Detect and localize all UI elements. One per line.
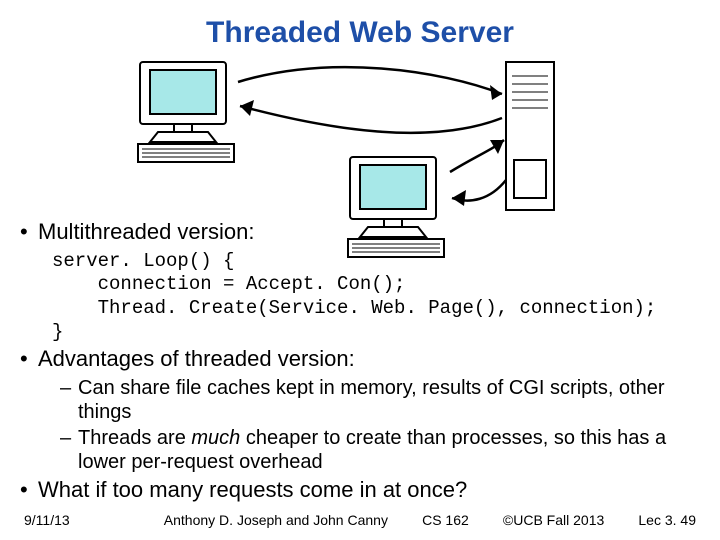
code-block: server. Loop() { connection = Accept. Co… bbox=[52, 250, 700, 345]
code-line: server. Loop() { bbox=[52, 250, 234, 272]
bullet-advantages: Advantages of threaded version: bbox=[20, 345, 700, 373]
code-line: Thread. Create(Service. Web. Page(), con… bbox=[52, 297, 656, 319]
footer-date: 9/11/13 bbox=[24, 512, 70, 528]
footer-lecture: Lec 3. 49 bbox=[638, 512, 696, 528]
slide: Threaded Web Server bbox=[0, 0, 720, 540]
footer-copyright: ©UCB Fall 2013 bbox=[503, 512, 604, 528]
code-line: } bbox=[52, 321, 63, 343]
content-body: Multithreaded version: server. Loop() { … bbox=[20, 218, 700, 508]
footer-course: CS 162 bbox=[422, 512, 469, 528]
bullet-too-many-requests: What if too many requests come in at onc… bbox=[20, 476, 700, 504]
emphasis: much bbox=[191, 427, 240, 449]
code-line: connection = Accept. Con(); bbox=[52, 273, 405, 295]
bullet-multithreaded: Multithreaded version: bbox=[20, 218, 700, 246]
client-computer-icon bbox=[138, 62, 234, 162]
footer-authors: Anthony D. Joseph and John Canny bbox=[164, 512, 388, 528]
subbullet-threads-cheaper: Threads are much cheaper to create than … bbox=[60, 426, 700, 474]
connection-arrows-icon bbox=[238, 67, 502, 133]
subbullet-share-caches: Can share file caches kept in memory, re… bbox=[60, 376, 700, 424]
slide-title: Threaded Web Server bbox=[0, 16, 720, 50]
connection-arrows-icon bbox=[450, 140, 506, 206]
slide-footer: 9/11/13 Anthony D. Joseph and John Canny… bbox=[24, 512, 696, 528]
text-fragment: Threads are bbox=[78, 427, 191, 449]
server-icon bbox=[506, 62, 554, 210]
